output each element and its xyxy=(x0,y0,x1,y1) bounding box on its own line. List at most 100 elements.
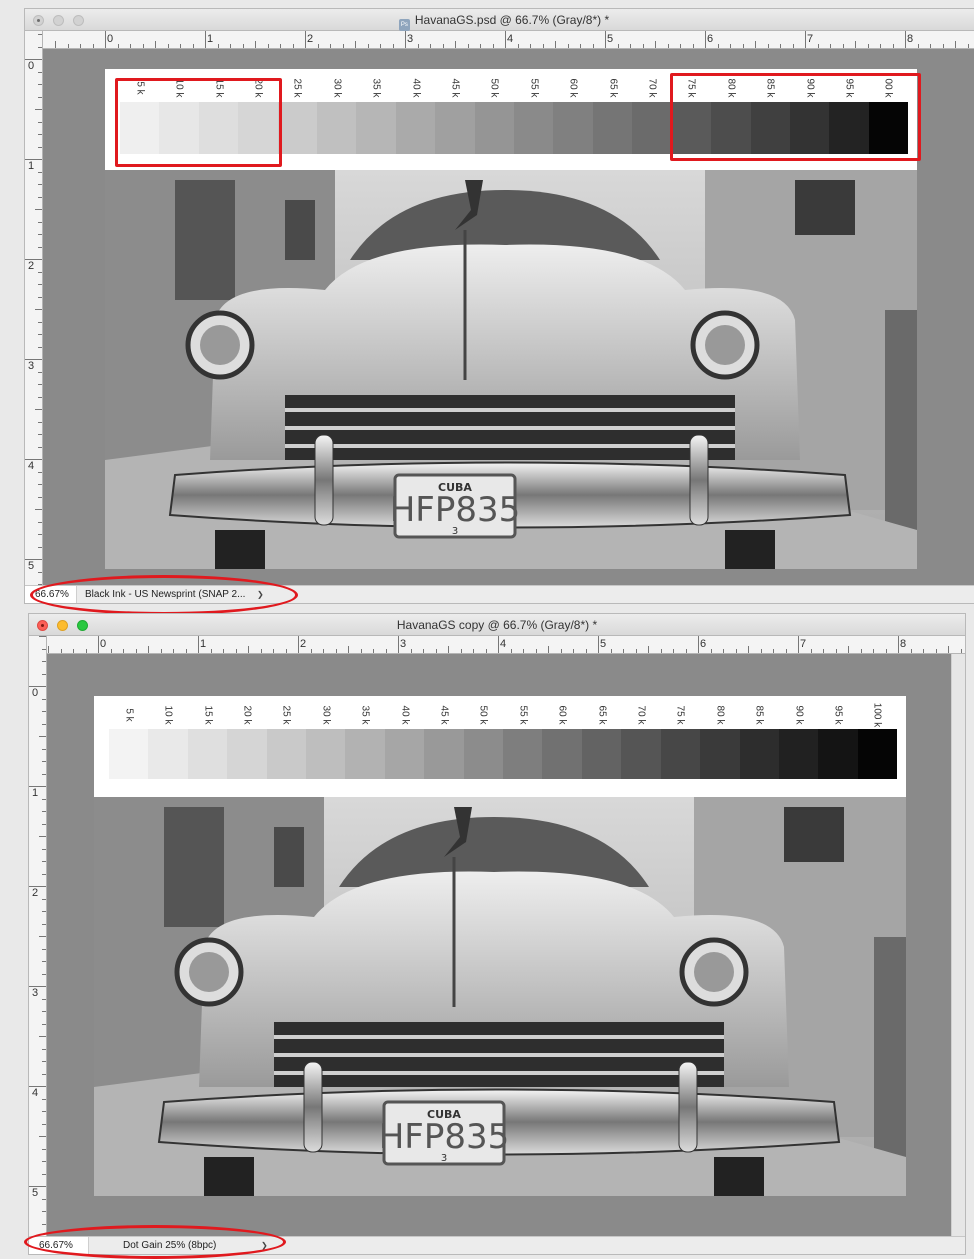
ruler-tick xyxy=(467,44,469,48)
ruler-tick xyxy=(923,649,924,653)
swatch-label: 20 k xyxy=(241,705,253,725)
ruler-tick xyxy=(42,1073,46,1075)
ruler-tick xyxy=(42,923,46,925)
ruler-tick xyxy=(835,649,837,653)
swatch-label: 45 k xyxy=(438,705,450,725)
ruler-tick xyxy=(335,649,337,653)
canvas-area[interactable]: 5 k 10 k 15 k 20 k 25 k 30 k 35 k 40 k 45 k 50 k5… xyxy=(47,654,951,1236)
ruler-tick xyxy=(42,1111,46,1112)
ruler-tick xyxy=(117,44,119,48)
ruler-tick xyxy=(605,31,606,48)
ruler-tick xyxy=(685,649,687,653)
ruler-tick xyxy=(38,146,42,148)
ruler-tick xyxy=(523,649,524,653)
ruler-label: 0 xyxy=(100,638,107,650)
ruler-label: 6 xyxy=(700,638,707,650)
ruler-tick xyxy=(635,649,637,653)
document-window-havanags: Ps HavanaGS.psd @ 66.7% (Gray/8*) * 0 1 2 3 4… xyxy=(24,8,974,604)
ruler-tick xyxy=(567,44,569,48)
ruler-tick xyxy=(38,521,42,523)
ruler-tick xyxy=(930,44,931,48)
ruler-tick xyxy=(38,46,42,48)
plate-bottom-text: 3 xyxy=(441,1153,447,1164)
ruler-tick xyxy=(405,31,406,48)
document-image: 5 k 10 k 15 k 20 k 25 k 30 k 35 k 40 k 45 k 50 k 5… xyxy=(94,696,906,1196)
ruler-tick xyxy=(148,646,149,653)
title-bar[interactable]: Ps HavanaGS.psd @ 66.7% (Gray/8*) * xyxy=(25,9,974,31)
ruler-tick xyxy=(42,1098,46,1100)
ruler-tick xyxy=(38,296,42,298)
ruler-label: 4 xyxy=(32,1087,39,1099)
vertical-scrollbar[interactable] xyxy=(951,654,965,1236)
window-title: HavanaGS copy @ 66.7% (Gray/8*) * xyxy=(396,618,598,632)
ruler-tick xyxy=(38,571,42,573)
ruler-tick xyxy=(373,649,374,653)
ruler-tick xyxy=(42,898,46,900)
ruler-tick xyxy=(38,321,42,323)
swatch-label: 85 k xyxy=(753,705,765,725)
ruler-tick xyxy=(42,773,46,775)
gray-swatch xyxy=(109,729,149,779)
ruler-tick xyxy=(292,44,294,48)
ruler-label: 0 xyxy=(28,60,35,72)
swatch-label: 30 k xyxy=(320,705,332,725)
ruler-tick xyxy=(698,636,699,653)
vertical-ruler[interactable]: 0 1 2 3 4 5 xyxy=(25,31,43,585)
ruler-label: 5 xyxy=(32,1187,39,1199)
ruler-tick xyxy=(692,44,694,48)
title-bar[interactable]: HavanaGS copy @ 66.7% (Gray/8*) * xyxy=(29,614,965,636)
ruler-tick xyxy=(573,649,574,653)
ruler-tick xyxy=(42,861,46,862)
ruler-tick xyxy=(38,284,42,285)
ruler-label: 2 xyxy=(307,33,314,45)
plate-number-text: HFP835 xyxy=(390,490,521,530)
ruler-tick xyxy=(330,44,331,48)
vertical-ruler[interactable]: 0 1 2 3 4 5 xyxy=(29,636,47,1236)
gray-swatch xyxy=(384,729,425,779)
ruler-tick xyxy=(42,1061,46,1062)
ruler-label: 0 xyxy=(32,687,39,699)
ruler-tick xyxy=(42,998,46,1000)
ruler-tick xyxy=(885,649,887,653)
swatch-label-row: 5 k 10 k 15 k 20 k 25 k 30 k 35 k 40 k 45 k 50 k 5… xyxy=(109,702,897,728)
horizontal-ruler[interactable]: 0 1 2 3 4 5 6 7 8 xyxy=(43,31,974,49)
ruler-tick xyxy=(555,41,556,48)
horizontal-ruler[interactable]: 0 1 2 3 4 5 6 7 8 xyxy=(47,636,965,654)
ruler-tick xyxy=(760,649,762,653)
ruler-tick xyxy=(80,44,81,48)
ruler-tick xyxy=(723,649,724,653)
ruler-tick xyxy=(410,649,412,653)
ruler-tick xyxy=(42,723,46,725)
ruler-tick xyxy=(423,649,424,653)
ruler-tick xyxy=(960,649,962,653)
ruler-tick xyxy=(39,736,46,737)
swatch-label: 35 k xyxy=(359,705,371,725)
ruler-tick xyxy=(505,31,506,48)
document-window-havanags-copy: HavanaGS copy @ 66.7% (Gray/8*) * 012345… xyxy=(28,613,966,1255)
swatch-label: 60 k xyxy=(556,705,568,725)
ruler-tick xyxy=(35,509,42,510)
ruler-label: 3 xyxy=(400,638,407,650)
canvas-area[interactable]: 5 k 10 k 15 k 20 k 25 k 30 k 35 k 40 k 45 k 50 k5… xyxy=(43,49,974,585)
ruler-tick xyxy=(917,44,919,48)
ruler-tick xyxy=(39,636,46,637)
car-illustration: CUBA HFP835 3 xyxy=(105,170,917,569)
ruler-tick xyxy=(39,936,46,937)
ruler-tick xyxy=(38,534,42,535)
ruler-tick xyxy=(660,649,662,653)
ruler-tick xyxy=(630,44,631,48)
ruler-tick xyxy=(38,34,42,35)
swatch-label: 65 k xyxy=(596,705,608,725)
ruler-tick xyxy=(38,121,42,123)
ruler-tick xyxy=(455,41,456,48)
ruler-tick xyxy=(217,44,219,48)
ruler-tick xyxy=(655,41,656,48)
ruler-tick xyxy=(130,44,131,48)
ruler-tick xyxy=(360,649,362,653)
ruler-label: 3 xyxy=(32,987,39,999)
ruler-tick xyxy=(38,184,42,185)
gray-swatch xyxy=(395,102,436,154)
ruler-label: 4 xyxy=(507,33,514,45)
swatch-label: 55 k xyxy=(528,78,540,98)
swatch-label: 100 k xyxy=(871,702,883,728)
